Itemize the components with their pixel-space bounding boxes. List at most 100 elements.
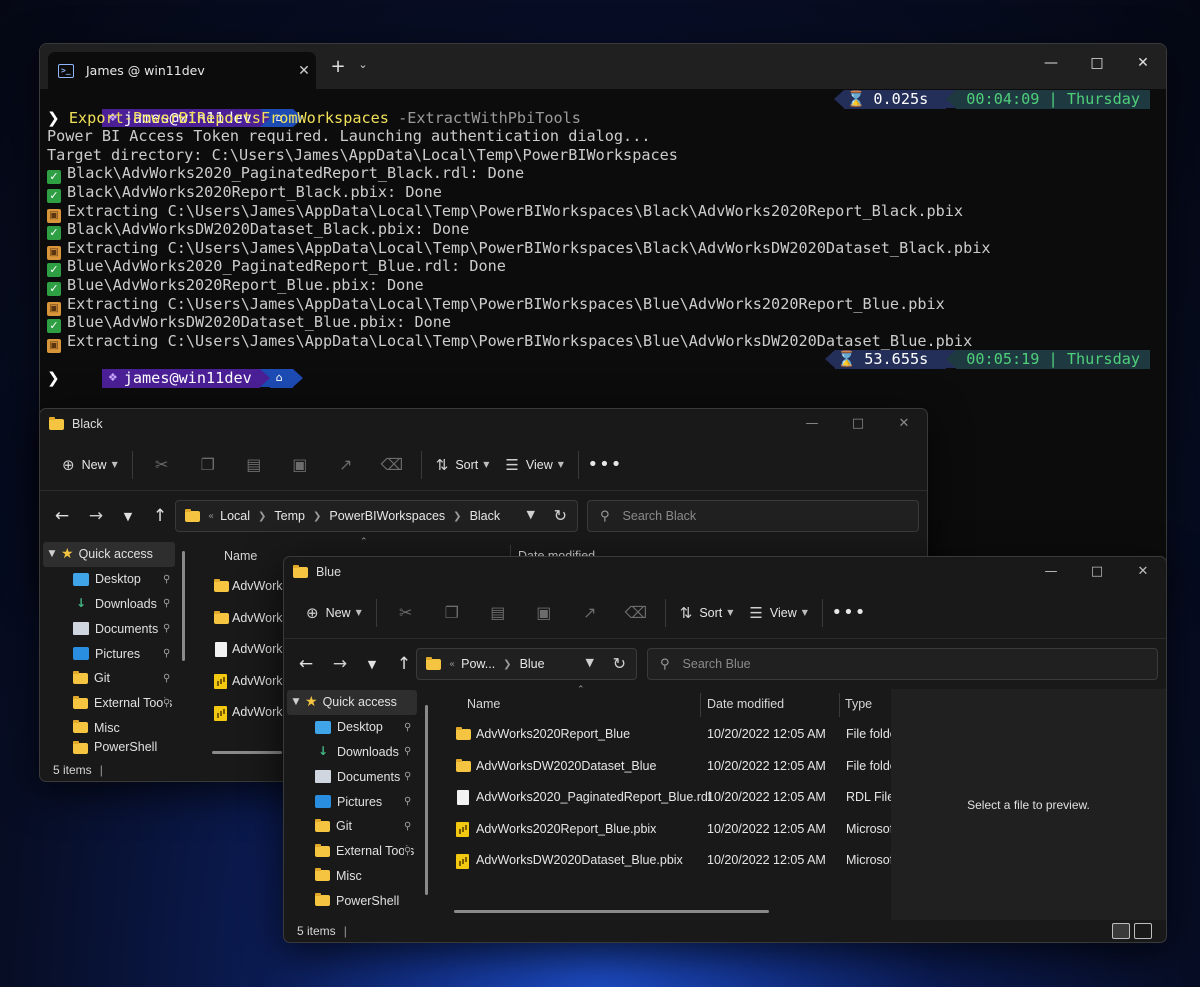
nav-powershell[interactable]: PowerShell [284,888,434,913]
up-icon[interactable]: ↑ [144,506,176,526]
nav-desktop[interactable]: Desktop ⚲ [40,567,180,592]
pin-icon[interactable]: ⚲ [404,722,411,733]
view-button[interactable]: ☰ View ▼ [741,596,815,630]
column-name[interactable]: Name [224,541,257,571]
tab-close-icon[interactable]: ✕ [292,63,316,79]
nav-git[interactable]: Git ⚲ [284,814,434,839]
pin-icon[interactable]: ⚲ [163,648,170,659]
maximize-icon[interactable]: □ [1074,44,1120,82]
address-bar[interactable]: « Pow... ❯ Blue ▼ ↻ [416,648,637,680]
more-options-icon[interactable]: ••• [585,454,625,475]
nav-misc[interactable]: Misc [284,864,434,889]
sort-button[interactable]: ⇅ Sort ▼ [428,448,498,482]
input-line[interactable]: ❯ [47,369,1150,388]
table-row[interactable]: AdvWorksDW2020Dataset_Blue.pbix 10/20/202… [436,845,891,877]
pin-icon[interactable]: ⚲ [404,845,412,857]
back-icon[interactable]: ← [46,506,78,526]
new-button[interactable]: ⊕ New ▼ [298,596,370,630]
paste-icon[interactable]: ▤ [475,596,521,630]
nav-powershell[interactable]: PowerShell [40,740,180,755]
nav-misc[interactable]: Misc [40,716,180,741]
maximize-icon[interactable]: □ [1074,557,1120,587]
window-close-icon[interactable]: ✕ [1120,557,1166,587]
table-row[interactable]: AdvWorksDW2020Dataset_Blue 10/20/2022 12:… [436,751,891,783]
pin-icon[interactable]: ⚲ [404,746,411,757]
nav-external-tools[interactable]: External Tools ⚲ [284,839,417,864]
window-close-icon[interactable]: ✕ [1120,44,1166,82]
pin-icon[interactable]: ⚲ [163,697,171,709]
breadcrumb-item[interactable]: Blue [520,657,545,671]
nav-downloads[interactable]: ↓ Downloads ⚲ [40,592,180,617]
share-icon[interactable]: ↗ [323,448,369,482]
column-name[interactable]: Name [467,689,500,719]
view-button[interactable]: ☰ View ▼ [497,448,571,482]
maximize-icon[interactable]: □ [835,409,881,439]
rename-icon[interactable]: ▣ [277,448,323,482]
refresh-icon[interactable]: ↻ [613,654,626,673]
nav-pictures[interactable]: Pictures ⚲ [40,641,180,666]
nav-downloads[interactable]: ↓ Downloads ⚲ [284,740,434,765]
minimize-icon[interactable]: — [1028,557,1074,587]
delete-icon[interactable]: ⌫ [613,596,659,630]
large-icons-view-icon[interactable] [1134,923,1152,939]
table-row[interactable]: AdvWorks2020_PaginatedReport_Blue.rdl 10/… [436,782,891,814]
search-input[interactable]: ⚲ Search Blue [647,648,1158,680]
nav-desktop[interactable]: Desktop ⚲ [284,715,434,740]
more-options-icon[interactable]: ••• [829,602,869,623]
new-button[interactable]: ⊕ New ▼ [54,448,126,482]
navigation-pane[interactable]: ▼ ★ Quick access Desktop ⚲ ↓ Downloads ⚲ Docu… [40,541,185,759]
window-close-icon[interactable]: ✕ [881,409,927,439]
table-row[interactable]: AdvWorks2020Report_Blue 10/20/2022 12:05 … [436,719,891,751]
cut-icon[interactable]: ✂ [139,448,185,482]
rename-icon[interactable]: ▣ [521,596,567,630]
delete-icon[interactable]: ⌫ [369,448,415,482]
horizontal-scrollbar[interactable] [212,751,282,754]
pin-icon[interactable]: ⚲ [404,771,411,782]
new-tab-button[interactable]: + [328,56,348,77]
horizontal-scrollbar[interactable] [454,910,769,913]
address-dropdown-icon[interactable]: ▼ [586,656,594,669]
details-view-icon[interactable] [1112,923,1130,939]
nav-quick-access[interactable]: ▼ ★ Quick access [287,690,417,715]
explorer-window-blue[interactable]: Blue — □ ✕ ⊕ New ▼ ✂ ❐ ▤ ▣ ↗ ⌫ ⇅ Sort ▼ ☰ Vie… [283,556,1167,943]
pin-icon[interactable]: ⚲ [404,796,411,807]
forward-icon[interactable]: → [80,506,112,526]
search-input[interactable]: ⚲ Search Black [587,500,919,532]
address-bar[interactable]: « Local ❯ Temp ❯ PowerBIWorkspaces ❯ Bla… [175,500,578,532]
pin-icon[interactable]: ⚲ [163,598,170,609]
nav-git[interactable]: Git ⚲ [40,666,180,691]
file-list[interactable]: Name ⌃ Date modified Type AdvWorks2020Re… [436,685,891,920]
breadcrumb-item[interactable]: PowerBIWorkspaces [329,509,445,523]
nav-scrollbar[interactable] [182,551,185,661]
breadcrumb-item[interactable]: Black [470,509,501,523]
nav-quick-access[interactable]: ▼ ★ Quick access [43,542,175,567]
column-date[interactable]: Date modified [707,689,784,719]
refresh-icon[interactable]: ↻ [554,506,567,525]
pin-icon[interactable]: ⚲ [163,574,170,585]
nav-pictures[interactable]: Pictures ⚲ [284,789,434,814]
nav-external-tools[interactable]: External Tools ⚲ [40,691,176,716]
nav-documents[interactable]: Documents ⚲ [40,616,180,641]
terminal-tab[interactable]: >_ James @ win11dev ✕ [48,52,316,89]
copy-icon[interactable]: ❐ [429,596,475,630]
table-row[interactable]: AdvWorks2020Report_Blue.pbix 10/20/2022 1… [436,814,891,846]
nav-documents[interactable]: Documents ⚲ [284,764,434,789]
paste-icon[interactable]: ▤ [231,448,277,482]
forward-icon[interactable]: → [324,654,356,674]
address-dropdown-icon[interactable]: ▼ [527,508,535,521]
nav-scrollbar[interactable] [425,705,428,895]
back-icon[interactable]: ← [290,654,322,674]
share-icon[interactable]: ↗ [567,596,613,630]
pin-icon[interactable]: ⚲ [163,673,170,684]
pin-icon[interactable]: ⚲ [163,623,170,634]
minimize-icon[interactable]: — [1028,44,1074,82]
tab-dropdown-button[interactable]: ⌄ [354,58,372,71]
sort-button[interactable]: ⇅ Sort ▼ [672,596,742,630]
recent-locations-icon[interactable]: ▼ [112,510,144,523]
minimize-icon[interactable]: — [789,409,835,439]
breadcrumb-item[interactable]: Local [220,509,250,523]
copy-icon[interactable]: ❐ [185,448,231,482]
navigation-pane[interactable]: ▼ ★ Quick access Desktop ⚲ ↓ Downloads ⚲ Docu… [284,689,434,920]
recent-locations-icon[interactable]: ▼ [356,658,388,671]
pin-icon[interactable]: ⚲ [404,821,411,832]
